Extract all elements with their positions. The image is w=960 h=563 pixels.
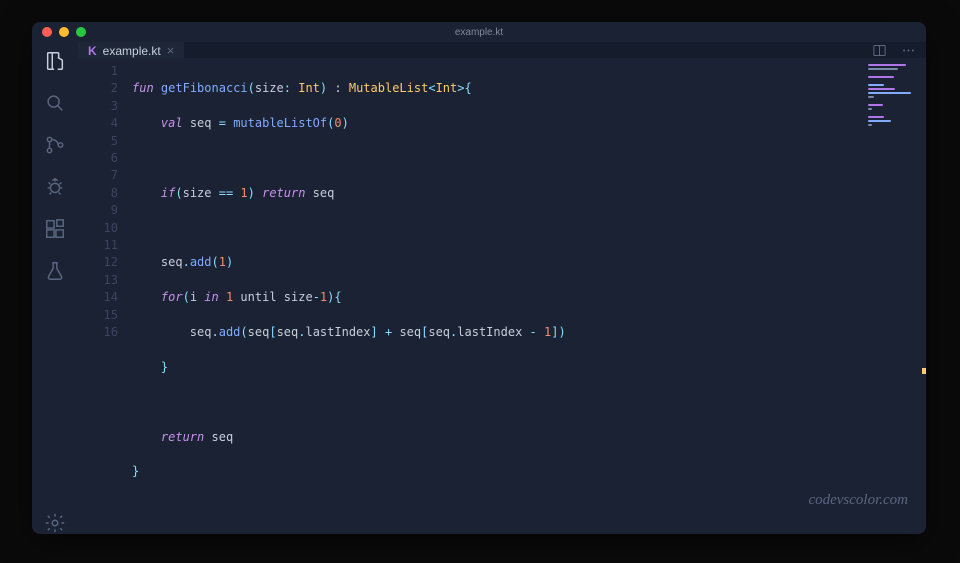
- minimap[interactable]: [864, 58, 926, 534]
- line-number: 5: [78, 133, 118, 150]
- close-window-button[interactable]: [42, 27, 52, 37]
- more-actions-icon[interactable]: [901, 43, 916, 58]
- line-number: 14: [78, 289, 118, 306]
- traffic-lights: [42, 27, 86, 37]
- minimize-window-button[interactable]: [59, 27, 69, 37]
- activity-bar: [32, 42, 78, 534]
- line-number: 6: [78, 150, 118, 167]
- titlebar: example.kt: [32, 22, 926, 42]
- line-number: 7: [78, 167, 118, 184]
- watermark: codevscolor.com: [808, 492, 908, 509]
- title-filename: example.kt: [455, 27, 503, 38]
- line-number: 11: [78, 237, 118, 254]
- extensions-icon[interactable]: [44, 218, 66, 240]
- line-gutter: 1 2 3 4 5 6 7 8 9 10 11 12 13 14 15 16: [78, 58, 132, 534]
- split-editor-icon[interactable]: [872, 43, 887, 58]
- code-area[interactable]: fun getFibonacci(size: Int) : MutableLis…: [132, 58, 864, 534]
- source-control-icon[interactable]: [44, 134, 66, 156]
- editor[interactable]: 1 2 3 4 5 6 7 8 9 10 11 12 13 14 15 16: [78, 58, 926, 534]
- line-number: 2: [78, 80, 118, 97]
- line-number: 8: [78, 185, 118, 202]
- tab-close-icon[interactable]: ×: [167, 43, 175, 58]
- line-number: 12: [78, 254, 118, 271]
- search-icon[interactable]: [44, 92, 66, 114]
- settings-gear-icon[interactable]: [44, 512, 66, 534]
- line-number: 1: [78, 63, 118, 80]
- debug-icon[interactable]: [44, 176, 66, 198]
- line-number: 10: [78, 220, 118, 237]
- line-number: 4: [78, 115, 118, 132]
- tab-example-kt[interactable]: K example.kt ×: [78, 42, 184, 58]
- overview-ruler: [922, 58, 926, 534]
- zoom-window-button[interactable]: [76, 27, 86, 37]
- line-number: 13: [78, 272, 118, 289]
- line-number: 9: [78, 202, 118, 219]
- tab-label: example.kt: [103, 44, 161, 58]
- line-number: 3: [78, 98, 118, 115]
- kotlin-file-icon: K: [88, 44, 97, 58]
- line-number: 15: [78, 307, 118, 324]
- line-number: 16: [78, 324, 118, 341]
- editor-tabs: K example.kt ×: [78, 42, 926, 58]
- testing-icon[interactable]: [44, 260, 66, 282]
- explorer-icon[interactable]: [44, 50, 66, 72]
- editor-window: example.kt K example.kt ×: [32, 22, 926, 534]
